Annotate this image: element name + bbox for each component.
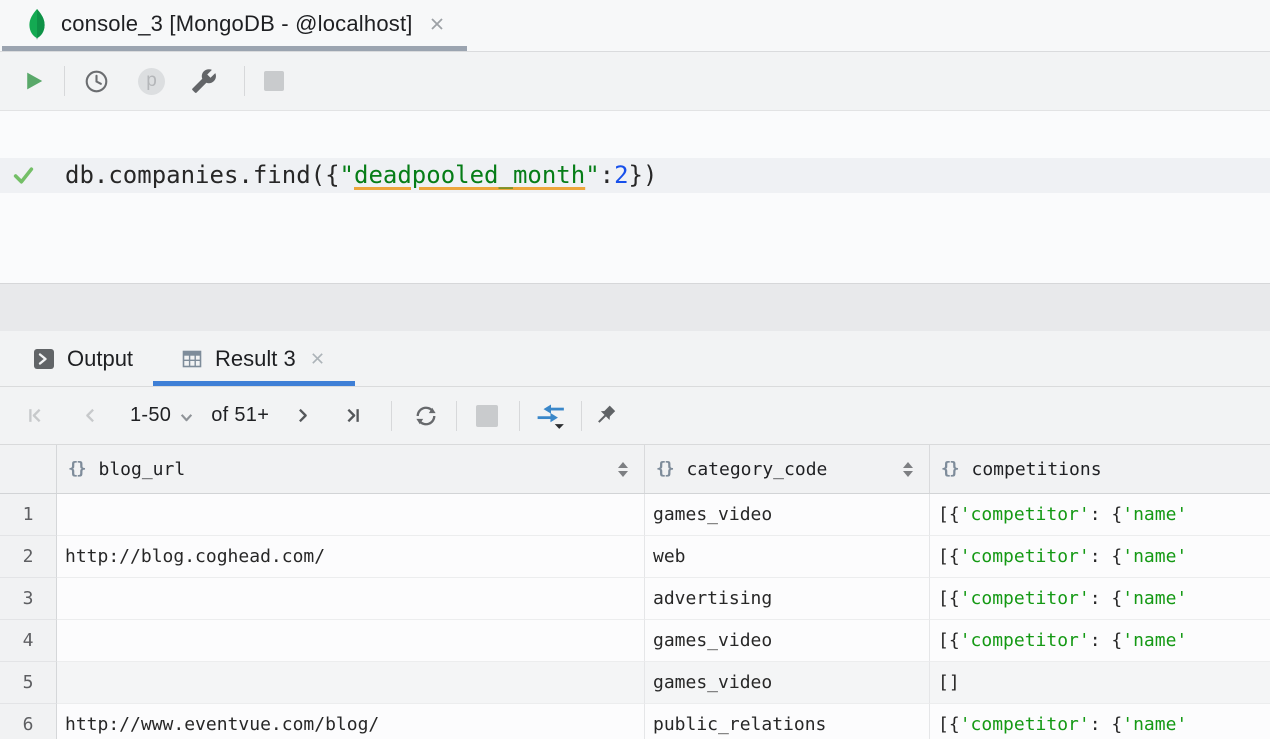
first-page-icon[interactable] [27,406,46,425]
pagination-toolbar: 1-50 of 51+ [0,387,1270,445]
page-range-dropdown[interactable]: 1-50 [130,404,194,427]
row-number[interactable]: 1 [0,494,57,536]
output-tab-label: Output [67,346,133,372]
cell-category-code[interactable]: web [645,536,930,578]
results-table: {} blog_url {} category_code {} competit… [0,445,1270,739]
cell-blog-url[interactable] [57,494,645,536]
cell-category-code[interactable]: games_video [645,494,930,536]
result-tab-label: Result 3 [215,346,296,372]
code-suffix: }) [629,161,658,189]
result-table-icon [181,348,203,370]
cell-category-code[interactable]: games_video [645,662,930,704]
selected-tab-underline [2,46,467,51]
stop-query-icon[interactable] [476,405,498,427]
sync-arrows-icon[interactable] [536,402,566,429]
table-corner-cell[interactable] [0,445,57,493]
cell-category-code[interactable]: advertising [645,578,930,620]
table-row[interactable]: 5 games_video [] [0,662,1270,704]
settings-wrench-icon[interactable] [191,68,217,94]
pager-divider [581,401,582,431]
reload-icon[interactable] [413,404,439,428]
pin-tab-icon[interactable] [594,403,619,428]
column-label: competitions [971,459,1101,480]
cell-competitions[interactable]: [{'competitor': {'name' [930,704,1270,739]
row-number[interactable]: 3 [0,578,57,620]
column-header-blog-url[interactable]: {} blog_url [57,445,645,493]
cell-blog-url[interactable] [57,662,645,704]
close-tab-icon[interactable] [429,16,445,32]
table-row[interactable]: 6 http://www.eventvue.com/blog/ public_r… [0,704,1270,739]
page-range-label: 1-50 [130,404,171,427]
sort-arrows-icon[interactable] [903,462,913,477]
field-type-icon: {} [656,459,672,479]
toolbar-divider [64,66,65,96]
toolbar-divider [244,66,245,96]
table-row[interactable]: 2 http://blog.coghead.com/ web [{'compet… [0,536,1270,578]
pager-divider [391,401,392,431]
run-icon[interactable] [25,71,45,91]
string-quote-close: " [585,161,599,189]
stop-icon[interactable] [264,71,284,91]
code-colon: : [600,161,614,189]
parameters-letter: p [146,70,157,92]
chevron-down-icon [179,412,194,424]
last-page-icon[interactable] [342,406,361,425]
cell-competitions[interactable]: [] [930,662,1270,704]
field-type-icon: {} [941,459,957,479]
cell-blog-url[interactable] [57,620,645,662]
total-rows-label: of 51+ [211,404,269,427]
results-tab-bar: Output Result 3 [0,331,1270,387]
tab-output[interactable]: Output [20,331,153,386]
cell-category-code[interactable]: games_video [645,620,930,662]
editor-results-splitter[interactable] [0,283,1270,331]
query-code-line: db.companies.find({"deadpooled_month":2}… [65,158,657,193]
previous-page-icon[interactable] [81,406,100,425]
close-result-tab-icon[interactable] [310,351,325,366]
cell-blog-url[interactable]: http://www.eventvue.com/blog/ [57,704,645,739]
field-type-icon: {} [68,459,84,479]
statement-executed-check-icon [13,165,34,186]
column-header-category-code[interactable]: {} category_code [645,445,930,493]
row-number[interactable]: 5 [0,662,57,704]
console-tab-title: console_3 [MongoDB - @localhost] [61,11,413,37]
string-key: deadpooled_month [354,161,585,189]
cell-competitions[interactable]: [{'competitor': {'name' [930,620,1270,662]
selected-result-tab-underline [153,381,355,386]
history-clock-icon[interactable] [84,69,109,94]
mongodb-leaf-icon [28,8,46,40]
next-page-icon[interactable] [293,406,312,425]
row-number[interactable]: 4 [0,620,57,662]
column-label: category_code [686,459,827,480]
number-value: 2 [614,161,628,189]
table-row[interactable]: 4 games_video [{'competitor': {'name' [0,620,1270,662]
string-quote-open: " [340,161,354,189]
sort-arrows-icon[interactable] [618,462,628,477]
column-label: blog_url [98,459,185,480]
code-prefix: db.companies.find({ [65,161,340,189]
table-row[interactable]: 1 games_video [{'competitor': {'name' [0,494,1270,536]
table-header-row: {} blog_url {} category_code {} competit… [0,445,1270,494]
tab-result-3[interactable]: Result 3 [153,331,355,386]
pager-divider [456,401,457,431]
parameters-icon[interactable]: p [138,68,165,95]
cell-blog-url[interactable]: http://blog.coghead.com/ [57,536,645,578]
column-header-competitions[interactable]: {} competitions [930,445,1270,493]
cell-category-code[interactable]: public_relations [645,704,930,739]
cell-competitions[interactable]: [{'competitor': {'name' [930,494,1270,536]
row-number[interactable]: 6 [0,704,57,739]
output-console-icon [33,348,55,370]
table-row[interactable]: 3 advertising [{'competitor': {'name' [0,578,1270,620]
cell-competitions[interactable]: [{'competitor': {'name' [930,578,1270,620]
run-toolbar: p [0,52,1270,111]
query-editor[interactable]: db.companies.find({"deadpooled_month":2}… [0,111,1270,283]
cell-competitions[interactable]: [{'competitor': {'name' [930,536,1270,578]
pager-divider [519,401,520,431]
editor-tab-bar: console_3 [MongoDB - @localhost] [0,0,1270,52]
console-tab[interactable]: console_3 [MongoDB - @localhost] [2,0,467,51]
ide-window: console_3 [MongoDB - @localhost] p [0,0,1270,739]
cell-blog-url[interactable] [57,578,645,620]
row-number[interactable]: 2 [0,536,57,578]
